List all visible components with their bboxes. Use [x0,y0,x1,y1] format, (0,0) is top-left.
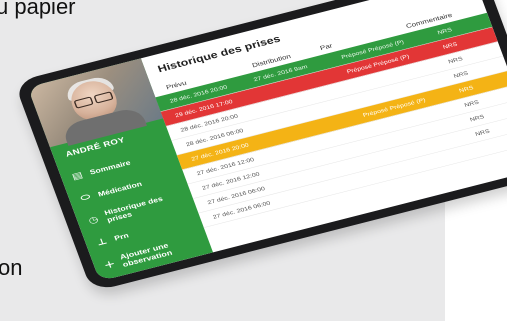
medication-icon: ⬭ [79,192,92,204]
sidebar-item-label: Médication [96,180,143,199]
edge-text-bottom: on [0,255,23,280]
back-icon: ◁ [111,280,126,282]
history-icon: ◷ [87,214,100,226]
summary-icon: ▤ [70,170,85,182]
prn-icon: ⊥ [95,236,109,248]
edge-text-top: u papier [0,0,76,19]
plus-icon: ＋ [102,259,117,271]
sidebar-item-label: Prn [113,231,130,243]
sidebar-item-label: Sommaire [88,158,132,177]
